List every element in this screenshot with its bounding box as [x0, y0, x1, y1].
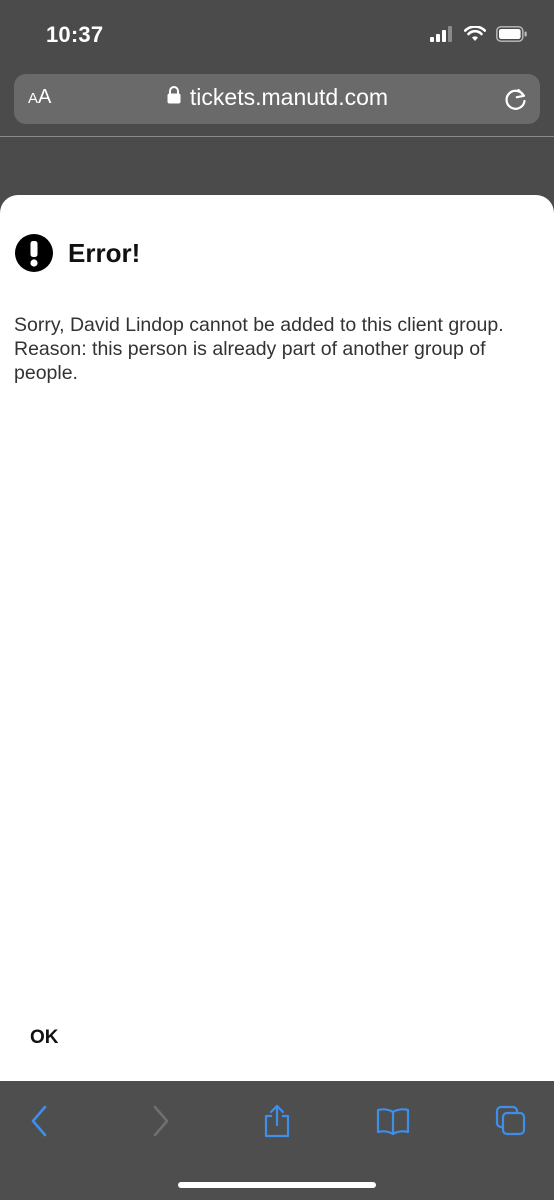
address-bar[interactable]: AA tickets.manutd.com: [14, 74, 540, 124]
status-icons: [430, 24, 528, 48]
browser-toolbar: [0, 1081, 554, 1200]
dialog-message-line-2: Reason: this person is already part of a…: [14, 338, 486, 384]
forward-icon[interactable]: [142, 1103, 178, 1139]
bookmarks-icon[interactable]: [375, 1103, 411, 1139]
cellular-signal-icon: [430, 25, 454, 47]
share-icon[interactable]: [259, 1103, 295, 1139]
ok-button[interactable]: OK: [30, 1027, 59, 1049]
wifi-icon: [463, 24, 487, 47]
url-text: tickets.manutd.com: [189, 84, 389, 110]
dialog-title: Error!: [68, 237, 141, 268]
dialog-header: Error!: [14, 233, 140, 273]
status-bar: 10:37: [0, 0, 554, 70]
safari-window: 10:37 AA tickets.manutd.com Error! Sorry…: [0, 0, 554, 1200]
battery-icon: [496, 25, 528, 47]
dialog-message-line-1: Sorry, David Lindop cannot be added to t…: [14, 314, 504, 336]
reload-icon[interactable]: [502, 85, 530, 113]
exclamation-circle-icon: [14, 233, 54, 273]
error-dialog: Error! Sorry, David Lindop cannot be add…: [0, 195, 554, 1081]
url-display[interactable]: tickets.manutd.com: [14, 84, 540, 111]
tabs-icon[interactable]: [493, 1103, 529, 1139]
lock-icon: [166, 85, 182, 110]
status-time: 10:37: [46, 22, 104, 47]
address-bar-divider: [0, 136, 554, 137]
back-icon[interactable]: [22, 1103, 58, 1139]
home-indicator[interactable]: [178, 1182, 376, 1188]
dialog-message: Sorry, David Lindop cannot be added to t…: [14, 313, 534, 385]
